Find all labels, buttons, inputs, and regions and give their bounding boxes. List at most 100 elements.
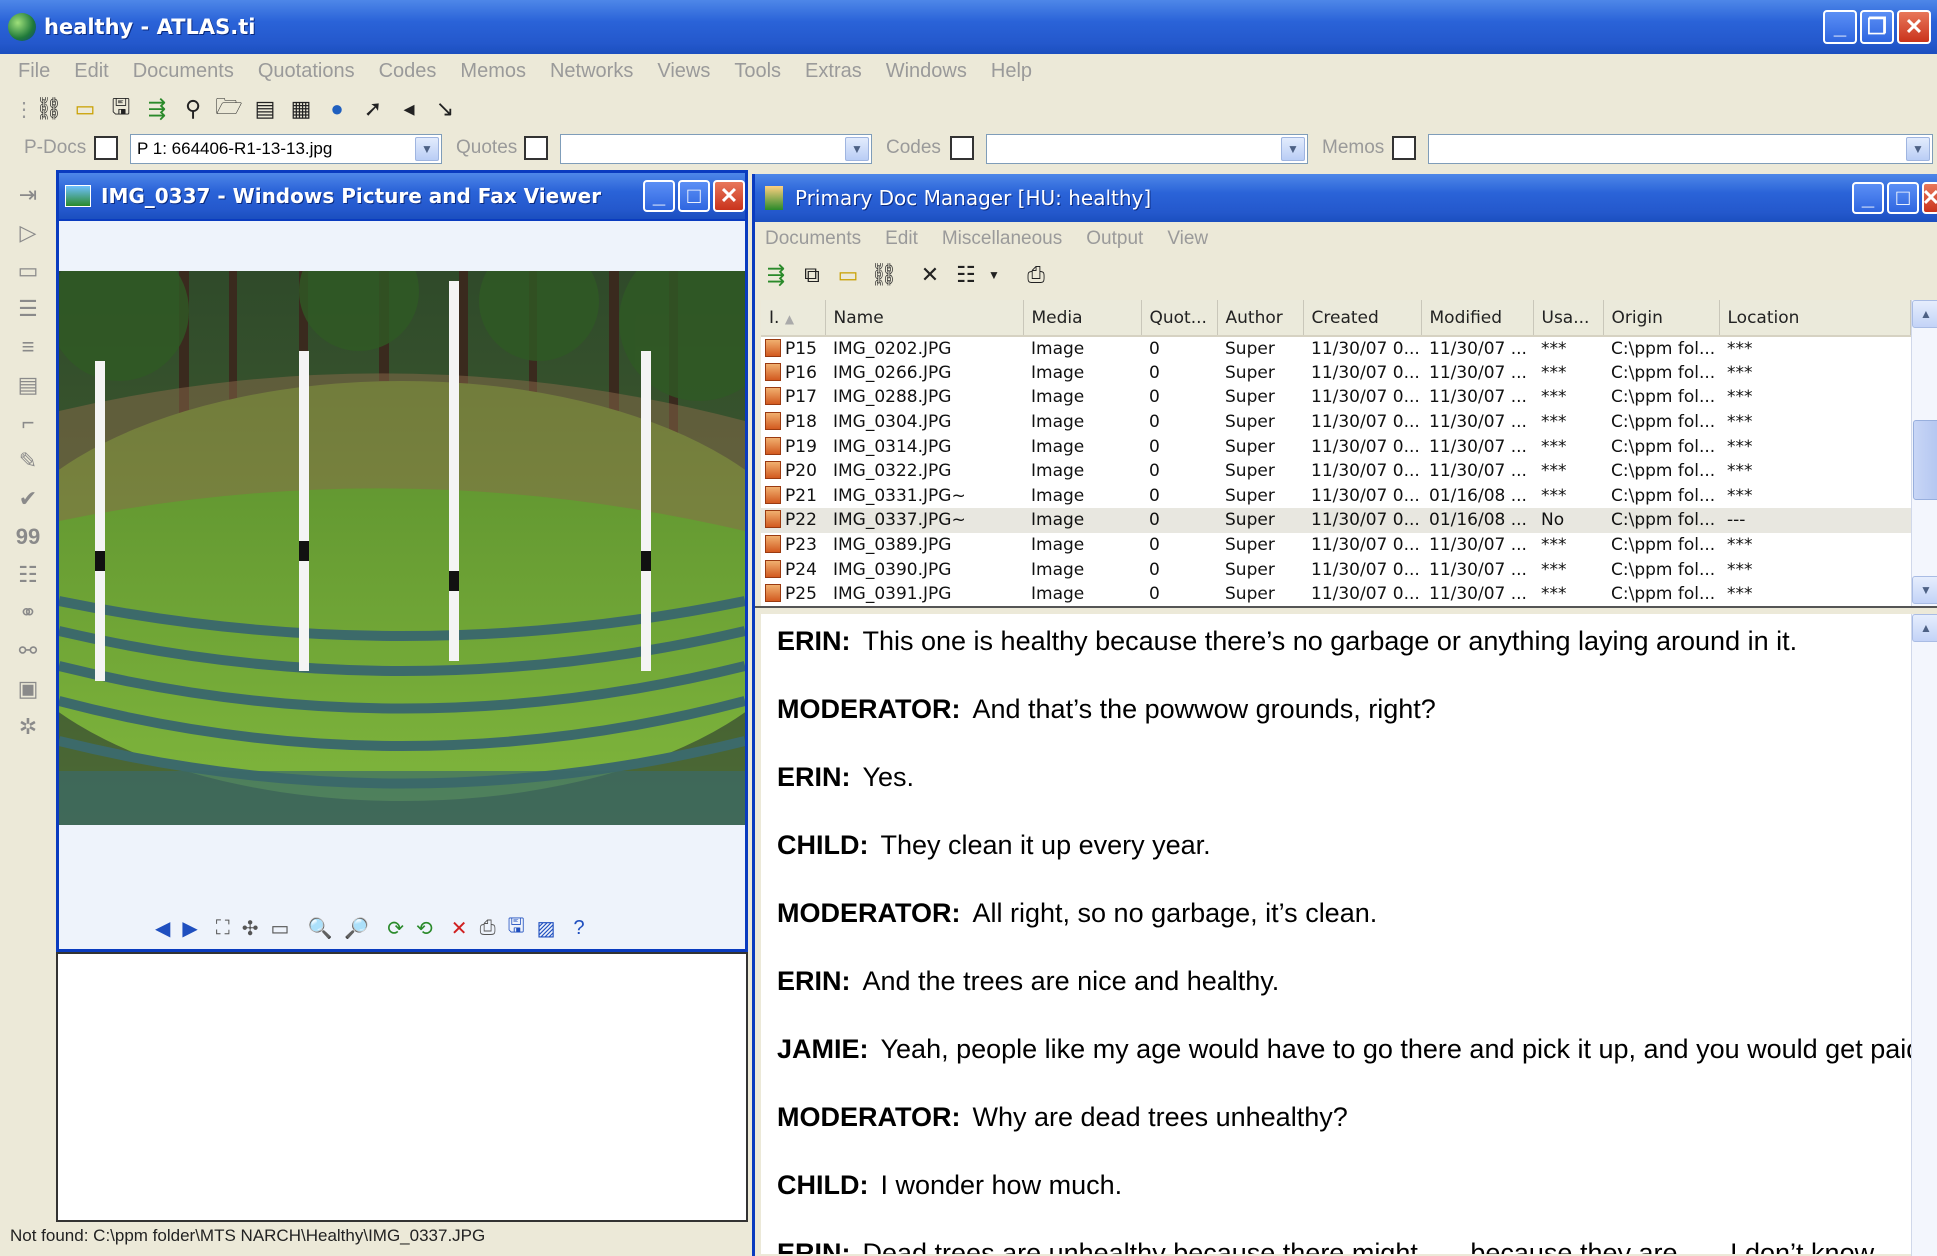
brush-icon[interactable]: ✎	[8, 442, 48, 480]
col-modified[interactable]: Modified	[1421, 300, 1534, 337]
memo-icon[interactable]: ▣	[8, 670, 48, 708]
scroll-up-icon[interactable]: ▲	[1912, 614, 1937, 642]
link-icon[interactable]: ⚭	[8, 594, 48, 632]
jump-arrow-icon[interactable]: ↘	[430, 94, 460, 124]
next-image-icon[interactable]: ▶	[182, 916, 197, 941]
zoom-in-icon[interactable]: 🔍	[307, 916, 332, 941]
col-usage[interactable]: Usa...	[1533, 300, 1604, 337]
chevron-down-icon[interactable]: ▼	[845, 137, 869, 161]
new-window-icon[interactable]: ▭	[70, 94, 100, 124]
pdm-menu-edit[interactable]: Edit	[885, 228, 918, 250]
open-folder-icon[interactable]: 🗁	[214, 94, 244, 124]
quotes-dropdown[interactable]: ▼	[560, 134, 872, 164]
menu-quotations[interactable]: Quotations	[258, 60, 355, 83]
menu-documents[interactable]: Documents	[133, 60, 234, 83]
network-icon[interactable]: ⛓	[34, 94, 64, 124]
pin-icon[interactable]: ⇥	[8, 176, 48, 214]
codes-list-icon[interactable]	[950, 136, 974, 160]
delete-document-icon[interactable]: ✕	[915, 260, 945, 290]
search-binoculars-icon[interactable]: ⚲	[178, 94, 208, 124]
save-copy-icon[interactable]: 🖫	[508, 911, 525, 945]
table-row[interactable]: P23 IMG_0389.JPG Image 0 Super 11/30/07 0... 1…	[761, 533, 1911, 558]
quotes-list-icon[interactable]	[524, 136, 548, 160]
pdm-menu-miscellaneous[interactable]: Miscellaneous	[942, 228, 1062, 250]
restore-button[interactable]: ❐	[1860, 10, 1894, 44]
codes-dropdown[interactable]: ▼	[986, 134, 1308, 164]
previous-image-icon[interactable]: ◀	[155, 916, 170, 941]
table-scrollbar[interactable]: ▲ ▼	[1911, 300, 1937, 606]
print-icon[interactable]: ⎙	[480, 917, 496, 940]
best-fit-icon[interactable]: ⛶	[216, 917, 230, 940]
pdm-minimize-button[interactable]: _	[1852, 182, 1884, 214]
menu-windows[interactable]: Windows	[886, 60, 967, 83]
chevron-down-icon[interactable]: ▼	[1906, 137, 1930, 161]
transcript-scrollbar[interactable]: ▲	[1911, 614, 1937, 1256]
properties-icon[interactable]: ▤	[250, 94, 280, 124]
view-options-dropdown-icon[interactable]: ▼	[987, 260, 1001, 290]
rect-icon[interactable]: ▭	[8, 252, 48, 290]
pdm-title-bar[interactable]: Primary Doc Manager [HU: healthy] _ □ ✕	[755, 174, 1937, 222]
menu-help[interactable]: Help	[991, 60, 1032, 83]
table-row[interactable]: P19 IMG_0314.JPG Image 0 Super 11/30/07 0... 1…	[761, 434, 1911, 459]
table-row[interactable]: P18 IMG_0304.JPG Image 0 Super 11/30/07 0... 1…	[761, 410, 1911, 435]
document-transcript[interactable]: ERIN: This one is healthy because there’s…	[761, 614, 1911, 1254]
zoom-out-icon[interactable]: 🔎	[344, 916, 369, 941]
table-row[interactable]: P22 IMG_0337.JPG~ Image 0 Super 11/30/07 0...…	[761, 508, 1911, 533]
list-indent-icon[interactable]: ☰	[8, 290, 48, 328]
output-icon[interactable]: ⎙	[1021, 260, 1051, 290]
pane-splitter[interactable]	[755, 606, 1937, 614]
tree-icon[interactable]: ≡	[8, 328, 48, 366]
scroll-up-icon[interactable]: ▲	[1912, 300, 1937, 328]
col-location[interactable]: Location	[1719, 300, 1911, 337]
menu-tools[interactable]: Tools	[734, 60, 781, 83]
pdocs-dropdown[interactable]: P 1: 664406-R1-13-13.jpg ▼	[130, 134, 442, 164]
menu-edit[interactable]: Edit	[74, 60, 108, 83]
link2-icon[interactable]: ⚯	[8, 632, 48, 670]
help-icon[interactable]: ?	[574, 917, 585, 940]
rotate-counterclockwise-icon[interactable]: ⟲	[416, 916, 433, 941]
table-row[interactable]: P25 IMG_0391.JPG Image 0 Super 11/30/07 0... 1…	[761, 582, 1911, 606]
scroll-thumb[interactable]	[1913, 420, 1937, 500]
play-icon[interactable]: ▷	[8, 214, 48, 252]
edit-image-icon[interactable]: ▨	[537, 916, 556, 941]
main-title-bar[interactable]: healthy - ATLAS.ti _ ❐ ✕	[0, 0, 1937, 54]
tool-arrow-icon[interactable]: ➚	[358, 94, 388, 124]
viewer-minimize-button[interactable]: _	[643, 180, 675, 212]
pdm-menu-view[interactable]: View	[1167, 228, 1208, 250]
import-icon[interactable]: ⇶	[142, 94, 172, 124]
chevron-down-icon[interactable]: ▼	[1281, 137, 1305, 161]
network-view-icon[interactable]: ✲	[8, 708, 48, 746]
close-button[interactable]: ✕	[1897, 10, 1931, 44]
slideshow-icon[interactable]: ▭	[271, 916, 290, 941]
minimize-button[interactable]: _	[1823, 10, 1857, 44]
menu-file[interactable]: File	[18, 60, 50, 83]
code-list-icon[interactable]: ☷	[8, 556, 48, 594]
quote-icon[interactable]: 99	[8, 518, 48, 556]
col-quotations[interactable]: Quot...	[1141, 300, 1218, 337]
scroll-down-icon[interactable]: ▼	[1912, 576, 1937, 604]
pdm-maximize-button[interactable]: □	[1887, 182, 1919, 214]
back-arrow-icon[interactable]: ◂	[394, 94, 424, 124]
table-row[interactable]: P20 IMG_0322.JPG Image 0 Super 11/30/07 0... 1…	[761, 459, 1911, 484]
view-options-icon[interactable]: ☷	[951, 260, 981, 290]
col-id[interactable]: I. ▲	[761, 300, 826, 337]
network-icon[interactable]: ⛓	[869, 260, 899, 290]
col-origin[interactable]: Origin	[1603, 300, 1720, 337]
table-row[interactable]: P15 IMG_0202.JPG Image 0 Super 11/30/07 0... 1…	[761, 336, 1911, 361]
memos-dropdown[interactable]: ▼	[1428, 134, 1933, 164]
menu-views[interactable]: Views	[657, 60, 710, 83]
col-name[interactable]: Name	[825, 300, 1024, 337]
table-row[interactable]: P17 IMG_0288.JPG Image 0 Super 11/30/07 0... 1…	[761, 385, 1911, 410]
pdm-close-button[interactable]: ✕	[1922, 182, 1937, 214]
table-icon[interactable]: ▦	[286, 94, 316, 124]
delete-icon[interactable]: ✕	[451, 916, 468, 941]
memos-list-icon[interactable]	[1392, 136, 1416, 160]
open-window-icon[interactable]: ▭	[833, 260, 863, 290]
assign-document-icon[interactable]: ⇶	[761, 260, 791, 290]
viewer-maximize-button[interactable]: □	[678, 180, 710, 212]
globe-icon[interactable]: ●	[322, 94, 352, 124]
grid-icon[interactable]: ▤	[8, 366, 48, 404]
copy-document-icon[interactable]: ⧉	[797, 260, 827, 290]
table-row[interactable]: P16 IMG_0266.JPG Image 0 Super 11/30/07 0... 1…	[761, 361, 1911, 386]
menu-networks[interactable]: Networks	[550, 60, 633, 83]
